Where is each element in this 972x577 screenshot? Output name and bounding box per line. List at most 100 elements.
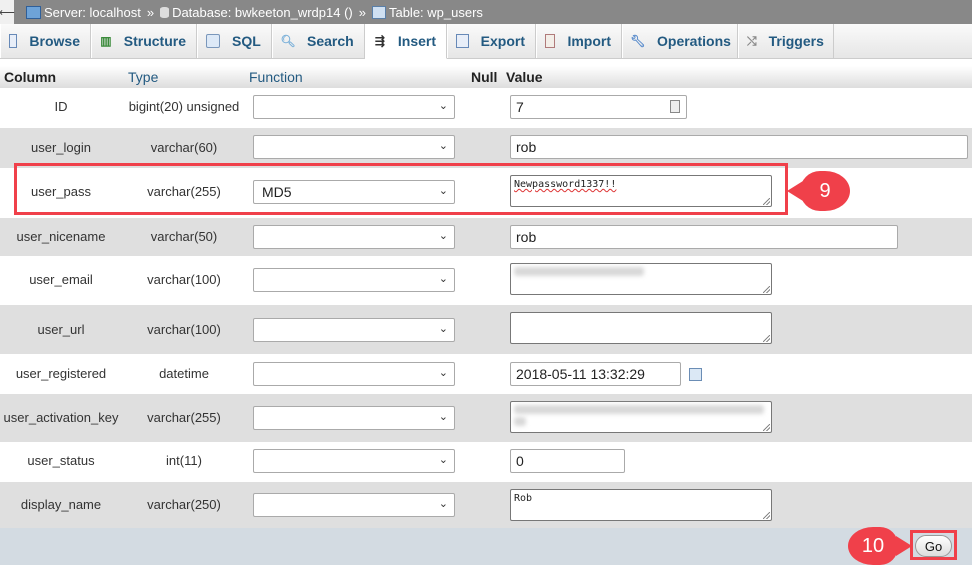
table-row: user_activation_key varchar(255) ⌄ (0, 394, 972, 442)
tab-label: Search (307, 33, 354, 49)
breadcrumb-database[interactable]: Database: bwkeeton_wrdp14 () (172, 5, 353, 20)
function-select[interactable]: ⌄ (253, 493, 455, 517)
insert-form-table: Column Type Function Null Value ID bigin… (0, 66, 972, 528)
value-textarea[interactable] (510, 263, 772, 295)
value-input[interactable]: rob (510, 135, 968, 159)
column-name: user_nicename (16, 229, 106, 244)
column-name: user_login (31, 140, 91, 155)
column-type: varchar(100) (147, 322, 221, 337)
table-row: user_url varchar(100) ⌄ (0, 305, 972, 354)
breadcrumb-bar: ⟵ Server: localhost » Database: bwkeeton… (0, 0, 972, 24)
server-icon (26, 5, 41, 19)
breadcrumb-separator: » (146, 4, 155, 20)
function-select[interactable]: ⌄ (253, 268, 455, 292)
chevron-down-icon: ⌄ (438, 100, 448, 112)
chevron-down-icon: ⌄ (438, 140, 448, 152)
column-type: datetime (159, 366, 209, 381)
structure-icon: ▥ (100, 34, 112, 48)
tab-import[interactable]: Import (536, 24, 622, 58)
tab-structure[interactable]: ▥ Structure (91, 24, 197, 58)
column-type: int(11) (166, 453, 202, 468)
value-input[interactable]: 2018-05-11 13:32:29 (510, 362, 681, 386)
tab-label: Triggers (768, 33, 824, 49)
tab-operations[interactable]: 🔧︎ Operations (622, 24, 738, 58)
resize-handle[interactable] (763, 286, 770, 293)
chevron-down-icon: ⌄ (438, 273, 448, 285)
resize-handle[interactable] (763, 512, 770, 519)
tab-sql[interactable]: SQL (197, 24, 272, 58)
table-row: ID bigint(20) unsigned ⌄ 7 (0, 88, 972, 128)
callout-pointer (896, 536, 912, 556)
chevron-down-icon: ⌄ (438, 411, 448, 423)
header-null: Null (471, 69, 498, 85)
table-row: user_login varchar(60) ⌄ rob (0, 128, 972, 168)
table-row: user_registered datetime ⌄ 2018-05-11 13… (0, 354, 972, 394)
function-select[interactable]: ⌄ (253, 362, 455, 386)
redacted-value (514, 267, 644, 276)
function-select[interactable]: ⌄ (253, 225, 455, 249)
chevron-down-icon: ⌄ (438, 367, 448, 379)
column-name: display_name (20, 497, 102, 512)
value-textarea[interactable]: Rob (510, 489, 772, 521)
highlight-password-row (14, 163, 788, 215)
insert-icon: ⇶ (374, 34, 385, 48)
tab-search[interactable]: 🔍︎ Search (272, 24, 365, 58)
breadcrumb-table[interactable]: Table: wp_users (389, 5, 483, 20)
value-input[interactable]: 0 (510, 449, 625, 473)
tab-browse[interactable]: Browse (0, 24, 91, 58)
value-textarea[interactable] (510, 401, 772, 433)
header-column: Column (4, 69, 57, 85)
function-select[interactable]: ⌄ (253, 406, 455, 430)
export-icon (456, 34, 469, 48)
step-badge-9: 9 (800, 171, 850, 211)
column-name: user_url (37, 322, 85, 337)
breadcrumb-separator: » (358, 4, 366, 20)
function-select[interactable]: ⌄ (253, 449, 455, 473)
function-select[interactable]: ⌄ (253, 95, 455, 119)
value-input[interactable]: rob (510, 225, 898, 249)
tab-label: Import (567, 33, 611, 49)
search-icon: 🔍︎ (280, 34, 296, 48)
table-row: display_name varchar(250) ⌄ Rob (0, 482, 972, 528)
column-type: varchar(60) (150, 140, 218, 155)
value-text: rob (516, 139, 537, 155)
value-text: 0 (516, 453, 524, 469)
value-text: Rob (514, 493, 533, 504)
table-row: user_status int(11) ⌄ 0 (0, 442, 972, 482)
column-name: user_registered (15, 366, 107, 381)
chevron-down-icon: ⌄ (438, 454, 448, 466)
header-type[interactable]: Type (128, 69, 158, 85)
tab-insert[interactable]: ⇶ Insert (365, 24, 447, 59)
tab-label: Operations (657, 33, 731, 49)
resize-handle[interactable] (763, 335, 770, 342)
tab-label: Export (480, 33, 525, 49)
tab-bar: Browse ▥ Structure SQL 🔍︎ Search ⇶ Inser… (0, 24, 972, 59)
tab-label: Insert (397, 33, 436, 49)
column-type: bigint(20) unsigned (128, 99, 240, 114)
tab-label: Browse (29, 33, 80, 49)
tab-triggers[interactable]: ⤭ Triggers (738, 24, 834, 58)
function-select[interactable]: ⌄ (253, 135, 455, 159)
tab-label: SQL (232, 33, 261, 49)
column-name: ID (54, 99, 68, 114)
resize-handle[interactable] (763, 424, 770, 431)
collapse-nav-button[interactable]: ⟵ (0, 0, 15, 24)
spinner-icon[interactable] (670, 100, 680, 113)
form-footer (0, 528, 972, 565)
header-value: Value (506, 69, 543, 85)
value-input[interactable]: 7 (510, 95, 687, 119)
database-icon (160, 6, 170, 18)
column-type: varchar(100) (147, 272, 221, 287)
value-text: 7 (516, 99, 524, 115)
column-name: user_status (27, 453, 95, 468)
column-name: user_activation_key (3, 410, 119, 425)
tab-export[interactable]: Export (447, 24, 536, 58)
breadcrumb-server[interactable]: Server: localhost (44, 5, 141, 20)
function-select[interactable]: ⌄ (253, 318, 455, 342)
tab-label: Structure (123, 33, 186, 49)
calendar-icon[interactable] (689, 368, 702, 381)
value-textarea[interactable] (510, 312, 772, 344)
header-function[interactable]: Function (249, 69, 303, 85)
value-text: 2018-05-11 13:32:29 (516, 366, 645, 382)
column-type: varchar(250) (147, 497, 221, 512)
